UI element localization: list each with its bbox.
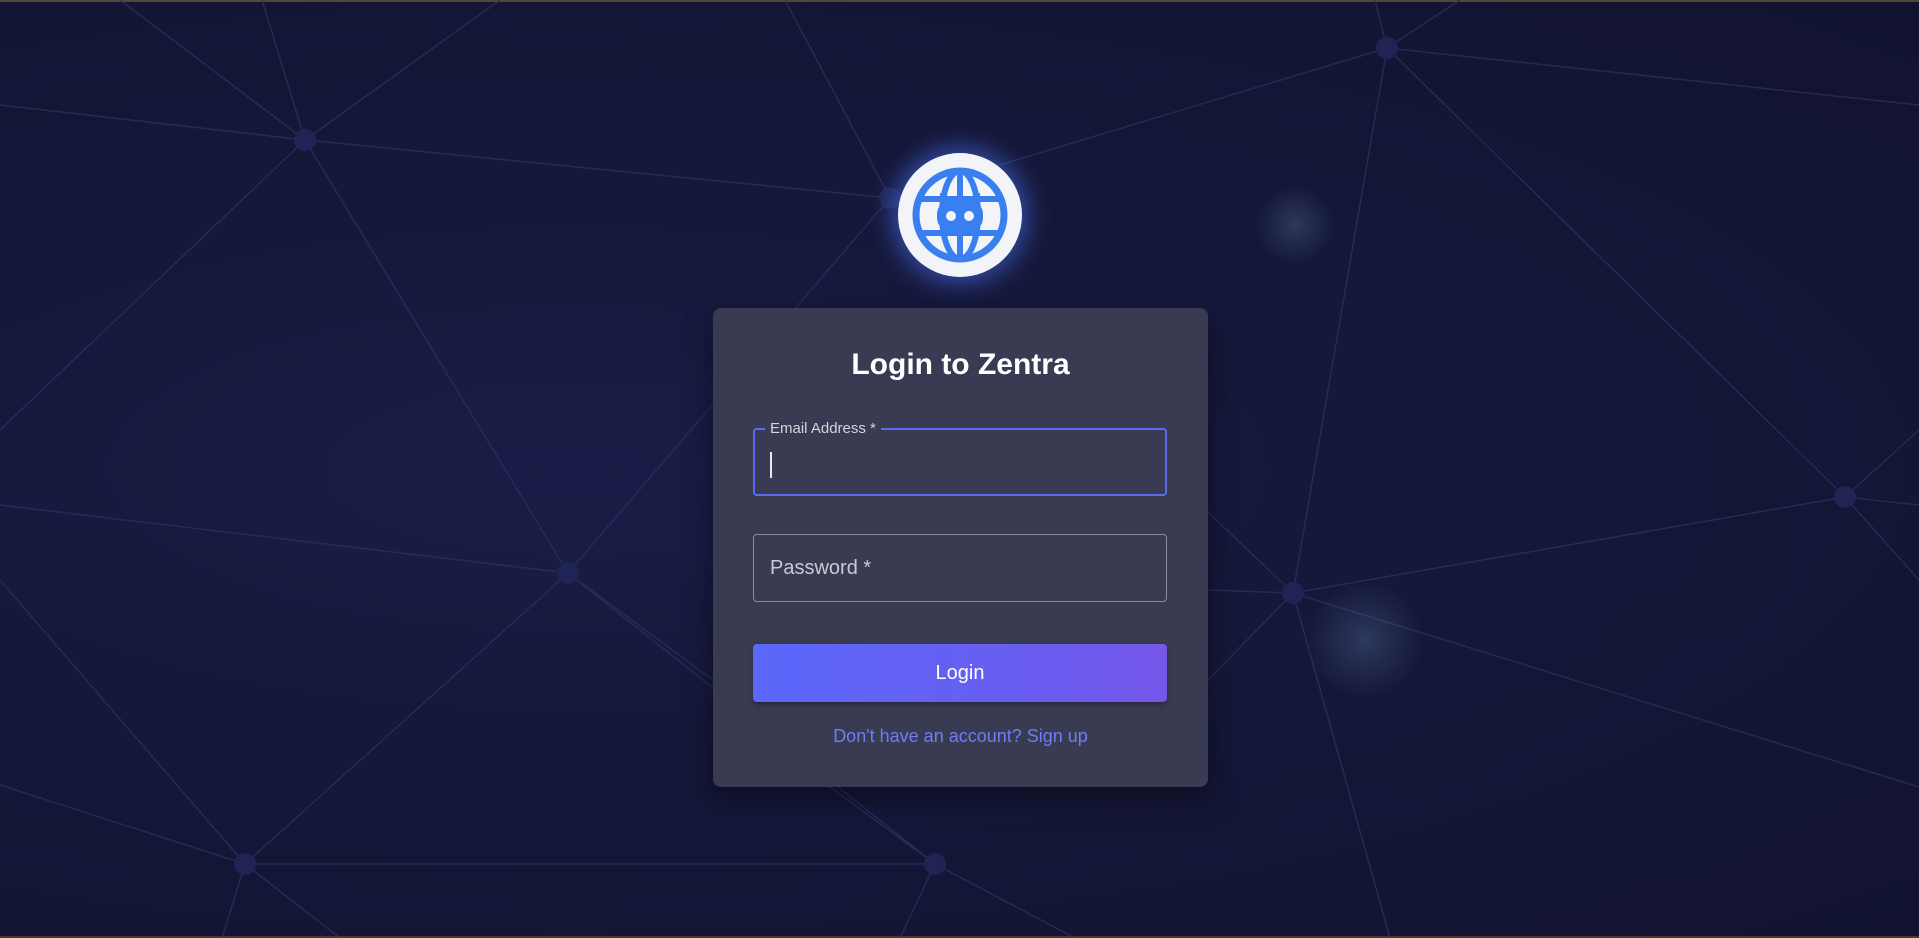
background-glow [1305, 580, 1425, 700]
background-glow [1255, 185, 1335, 265]
globe-robot-icon [912, 167, 1008, 263]
app-logo [898, 153, 1022, 277]
password-field[interactable]: Password * [753, 534, 1167, 602]
login-title: Login to Zentra [851, 348, 1070, 381]
email-field[interactable]: Email Address * [753, 420, 1167, 496]
login-button[interactable]: Login [753, 644, 1167, 702]
text-cursor [770, 452, 772, 478]
signup-link[interactable]: Don't have an account? Sign up [713, 726, 1208, 747]
email-label: Email Address * [765, 420, 881, 437]
login-card: Login to Zentra Email Address * Password… [713, 308, 1208, 787]
password-label: Password * [770, 557, 872, 579]
